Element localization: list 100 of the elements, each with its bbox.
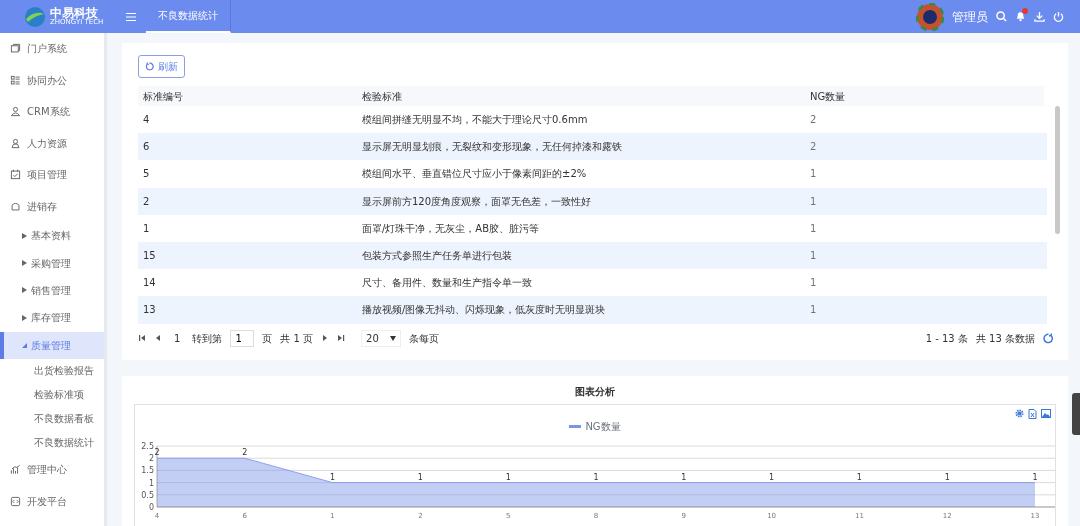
table-cell-text: 尺寸、备用件、数量和生产指令单一致 <box>362 276 533 291</box>
last-page-icon[interactable] <box>337 334 346 342</box>
y-axis <box>156 445 158 507</box>
column-header[interactable]: 标准编号 <box>138 88 362 104</box>
sidebar-item[interactable]: 开发平台 <box>27 493 67 509</box>
sidebar-item[interactable]: 进销存 <box>0 190 104 222</box>
sidebar-subitem[interactable]: 基本资料 <box>0 222 104 250</box>
data-label: 1 <box>769 472 775 482</box>
window-icon <box>10 43 21 55</box>
caret-down-icon <box>390 335 397 341</box>
chart-title: 图表分析 <box>575 386 615 397</box>
sidebar-subitem[interactable]: 销售管理 <box>0 276 104 305</box>
total-pages: 共 1 页 <box>280 331 314 346</box>
caret-right-icon <box>22 232 27 239</box>
power-icon[interactable] <box>1053 11 1064 22</box>
sidebar-subitem[interactable]: 不良数据看板 <box>0 406 104 431</box>
table-cell-text: 13 <box>142 303 157 318</box>
column-header[interactable]: 检验标准 <box>362 88 810 104</box>
sidebar-item[interactable]: 门户系统 <box>27 41 67 57</box>
table-cell-text: 模组间拼缝无明显不均，不能大于理论尺寸0.6mm <box>362 113 589 128</box>
axis-tick-label: 1.5 <box>141 465 154 475</box>
chart-icon <box>10 464 21 476</box>
scrollbar-thumb[interactable] <box>1055 106 1060 234</box>
axis-tick-label: 2.5 <box>141 441 154 451</box>
person-icon <box>10 137 21 149</box>
caret-right-icon <box>22 287 27 294</box>
axis-tick-label: 0.5 <box>141 490 154 500</box>
table-cell-text: 显示屏前方120度角度观察，面罩无色差，一致性好 <box>362 194 593 209</box>
table-cell-text: 14 <box>142 276 157 291</box>
sidebar-subitem[interactable]: 采购管理 <box>0 249 104 277</box>
axis-tick-label: 1 <box>148 478 154 488</box>
sidebar-subitem[interactable]: 库存管理 <box>0 304 104 332</box>
sidebar-item[interactable]: CRM系统 <box>27 104 70 120</box>
avatar-icon[interactable] <box>916 2 944 31</box>
table-cell-text: 1 <box>810 249 817 264</box>
table-cell-text: 1 <box>810 303 817 318</box>
page-number[interactable]: 1 <box>170 330 185 346</box>
table-cell-text: 2 <box>810 113 817 128</box>
refresh-icon[interactable] <box>1043 332 1054 344</box>
table-cell-text: 模组间水平、垂直错位尺寸应小于像素间距的±2% <box>362 167 588 182</box>
spreadsheet-icon[interactable] <box>1028 408 1037 419</box>
page-input[interactable]: 1 <box>230 329 255 347</box>
table-cell-text: 面罩/灯珠干净，无灰尘，AB胶、脏污等 <box>362 221 541 236</box>
globe-logo-icon <box>24 5 46 28</box>
axis-tick-label: 2 <box>148 453 154 463</box>
data-label: 1 <box>856 472 862 482</box>
previous-page-icon[interactable] <box>154 334 162 342</box>
search-icon[interactable] <box>996 11 1007 22</box>
list-icon <box>10 74 21 86</box>
sidebar-item[interactable]: 项目管理 <box>27 167 67 183</box>
sidebar-item[interactable]: 管理中心 <box>27 462 67 478</box>
table-cell-text: 6 <box>142 140 151 155</box>
data-label: 1 <box>505 472 511 482</box>
first-page-icon[interactable] <box>138 334 146 342</box>
data-label: 1 <box>681 472 687 482</box>
person-icon <box>10 106 21 118</box>
table-cell-text: 2 <box>810 140 817 155</box>
goto-label: 转到第 <box>192 331 223 346</box>
sidebar-subitem[interactable]: 不良数据统计 <box>0 430 104 455</box>
code-icon <box>10 495 21 507</box>
data-label: 2 <box>242 447 248 457</box>
menu-icon[interactable] <box>126 11 136 22</box>
settings-icon[interactable] <box>1015 408 1024 418</box>
sidebar-item[interactable]: 人力资源 <box>27 135 67 151</box>
table-cell-text: 播放视频/图像无抖动、闪烁现象，低灰度时无明显斑块 <box>362 303 607 318</box>
table-cell-text: 1 <box>142 221 151 236</box>
table-cell-text: 15 <box>142 249 157 264</box>
sidebar-subitem[interactable]: 质量管理 <box>0 331 104 359</box>
table-cell-text: 1 <box>810 221 817 236</box>
record-range: 1 - 13 条 <box>925 331 968 346</box>
table-cell-text: 4 <box>142 113 151 128</box>
image-icon[interactable] <box>1041 408 1051 418</box>
table-cell-text: 1 <box>810 276 817 291</box>
page-size-select[interactable]: 20 <box>361 329 402 347</box>
data-label: 1 <box>944 472 950 482</box>
axis-tick-label: 0 <box>148 502 154 512</box>
bell-icon[interactable] <box>1015 10 1026 23</box>
brand-name: 中易科技 <box>50 7 98 19</box>
calendar-check-icon <box>10 169 21 181</box>
caret-down-icon <box>22 342 27 348</box>
refresh-icon <box>145 62 154 71</box>
sidebar-subitem[interactable]: 检验标准项 <box>0 382 104 407</box>
table-cell-text: 2 <box>142 194 151 209</box>
column-header[interactable]: NG数量 <box>810 88 846 104</box>
download-icon[interactable] <box>1034 11 1045 22</box>
data-label: 1 <box>1032 472 1038 482</box>
page-unit: 页 <box>262 331 273 346</box>
sidebar-subitem[interactable]: 出货检验报告 <box>0 358 104 383</box>
table-cell-text: 1 <box>810 167 817 182</box>
legend-label: NG数量 <box>585 419 621 434</box>
page-size-label: 条每页 <box>409 331 440 346</box>
sidebar-item[interactable]: 协同办公 <box>27 72 67 88</box>
data-label: 1 <box>593 472 599 482</box>
table-cell-text: 包装方式参照生产任务单进行包装 <box>362 249 513 264</box>
table-cell-text: 5 <box>142 167 151 182</box>
caret-right-icon <box>22 314 27 321</box>
caret-right-icon <box>22 260 27 267</box>
refresh-button[interactable]: 刷新 <box>138 55 185 78</box>
record-total: 共 13 条数据 <box>975 331 1035 346</box>
data-label: 1 <box>330 472 336 482</box>
